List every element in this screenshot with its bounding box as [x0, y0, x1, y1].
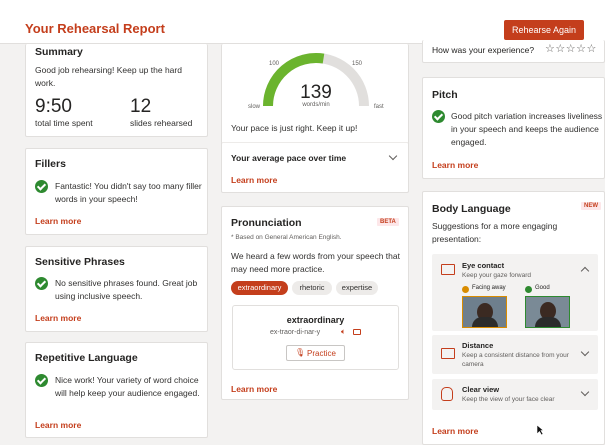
eye-contact-subtitle: Keep your gaze forward [462, 272, 532, 279]
distance-title: Distance [462, 341, 494, 350]
sensitive-learn-more-link[interactable]: Learn more [35, 313, 81, 323]
rating-stars[interactable]: ☆☆☆☆☆ [545, 42, 597, 55]
pitch-learn-more-link[interactable]: Learn more [432, 160, 478, 170]
word-chip[interactable]: rhetoric [292, 281, 332, 295]
word-chip-selected[interactable]: extraordinary [231, 281, 288, 295]
beta-badge: BETA [377, 218, 399, 226]
practice-label: Practice [307, 349, 336, 358]
repetitive-language-card: Repetitive Language Nice work! Your vari… [25, 342, 208, 438]
distance-panel[interactable]: Distance Keep a consistent distance from… [432, 335, 598, 374]
report-header: Your Rehearsal Report Rehearse Again [0, 0, 605, 44]
pitch-message: Good pitch variation increases livelines… [451, 111, 603, 147]
check-icon [35, 180, 48, 193]
chevron-down-icon[interactable] [580, 347, 590, 357]
clear-view-panel[interactable]: Clear view Keep the view of your face cl… [432, 379, 598, 410]
pronunciation-card: Pronunciation BETA * Based on General Am… [221, 206, 409, 400]
clear-view-title: Clear view [462, 385, 500, 394]
pace-average-toggle[interactable]: Your average pace over time [231, 153, 346, 163]
facing-away-thumbnail [462, 296, 507, 328]
distance-icon [441, 348, 455, 359]
repetitive-learn-more-link[interactable]: Learn more [35, 420, 81, 430]
summary-title: Summary [35, 46, 83, 58]
repetitive-message: Nice work! Your variety of word choice w… [55, 375, 200, 398]
page-title: Your Rehearsal Report [25, 21, 165, 36]
good-check-icon [525, 286, 532, 293]
pitch-title: Pitch [432, 89, 458, 101]
pitch-card: Pitch Good pitch variation increases liv… [422, 77, 605, 179]
gauge-slow-label: slow [248, 104, 261, 110]
pace-message: Your pace is just right. Keep it up! [231, 123, 358, 133]
body-language-title: Body Language [432, 203, 511, 215]
clear-view-subtitle: Keep the view of your face clear [462, 396, 555, 403]
gauge-scale-low: 100 [269, 61, 280, 67]
fillers-title: Fillers [35, 158, 66, 170]
word-detail-panel: extraordinary ex-traor-di-nar-y 🔈︎ 🎙︎ Pr… [232, 305, 399, 370]
sensitive-title: Sensitive Phrases [35, 256, 125, 268]
chevron-down-icon[interactable] [388, 151, 398, 161]
body-language-subtitle: Suggestions for a more engaging presenta… [432, 221, 558, 244]
total-time-label: total time spent [35, 118, 93, 128]
eye-contact-panel[interactable]: Eye contact Keep your gaze forward Facin… [432, 254, 598, 331]
warning-icon [462, 286, 469, 293]
practice-word: extraordinary [286, 315, 345, 325]
experience-question: How was your experience? [432, 45, 535, 55]
body-language-card: Body Language NEW Suggestions for a more… [422, 191, 605, 445]
good-label: Good [535, 285, 550, 291]
captions-icon[interactable] [353, 329, 361, 335]
chevron-down-icon[interactable] [580, 387, 590, 397]
sensitive-phrases-card: Sensitive Phrases No sensitive phrases f… [25, 246, 208, 332]
practice-phonetic: ex-traor-di-nar-y [270, 329, 321, 336]
distance-subtitle: Keep a consistent distance from your cam… [462, 352, 569, 368]
slides-value: 12 [130, 96, 152, 117]
word-chip[interactable]: expertise [336, 281, 378, 295]
facing-away-label: Facing away [472, 285, 506, 291]
hand-icon [441, 387, 453, 401]
experience-card: How was your experience? ☆☆☆☆☆ [422, 40, 605, 63]
check-icon [35, 374, 48, 387]
body-language-learn-more-link[interactable]: Learn more [432, 426, 478, 436]
good-thumbnail [525, 296, 570, 328]
summary-card: Summary Good job rehearsing! Keep up the… [25, 44, 208, 137]
new-badge: NEW [581, 202, 601, 210]
chevron-up-icon[interactable] [580, 266, 590, 276]
eye-contact-icon [441, 264, 455, 275]
pronunciation-learn-more-link[interactable]: Learn more [231, 384, 277, 394]
fillers-card: Fillers Fantastic! You didn't say too ma… [25, 148, 208, 235]
pace-learn-more-link[interactable]: Learn more [231, 175, 277, 185]
slides-label: slides rehearsed [130, 118, 193, 128]
check-icon [35, 277, 48, 290]
pronunciation-message: We heard a few words from your speech th… [231, 251, 400, 274]
fillers-learn-more-link[interactable]: Learn more [35, 216, 81, 226]
pronunciation-title: Pronunciation [231, 217, 302, 229]
eye-contact-title: Eye contact [462, 261, 505, 270]
pace-value: 139 [300, 82, 332, 103]
gauge-scale-high: 150 [352, 61, 363, 67]
summary-message: Good job rehearsing! Keep up the hard wo… [35, 65, 182, 88]
fillers-message: Fantastic! You didn't say too many fille… [55, 181, 202, 204]
sensitive-message: No sensitive phrases found. Great job us… [55, 278, 198, 301]
gauge-fast-label: fast [374, 104, 384, 110]
total-time-value: 9:50 [35, 96, 72, 117]
rehearse-again-button[interactable]: Rehearse Again [504, 20, 584, 40]
check-icon [432, 110, 445, 123]
repetitive-title: Repetitive Language [35, 352, 138, 364]
microphone-icon: 🎙︎ [295, 348, 306, 357]
pace-unit: words/min [302, 102, 330, 108]
mouse-cursor-icon [536, 424, 544, 436]
speaker-icon[interactable]: 🔈︎ [341, 327, 346, 337]
pronunciation-note: * Based on General American English. [231, 234, 342, 241]
pace-average-card: Your average pace over time Learn more [221, 142, 409, 193]
practice-button[interactable]: 🎙︎ Practice [286, 345, 345, 361]
